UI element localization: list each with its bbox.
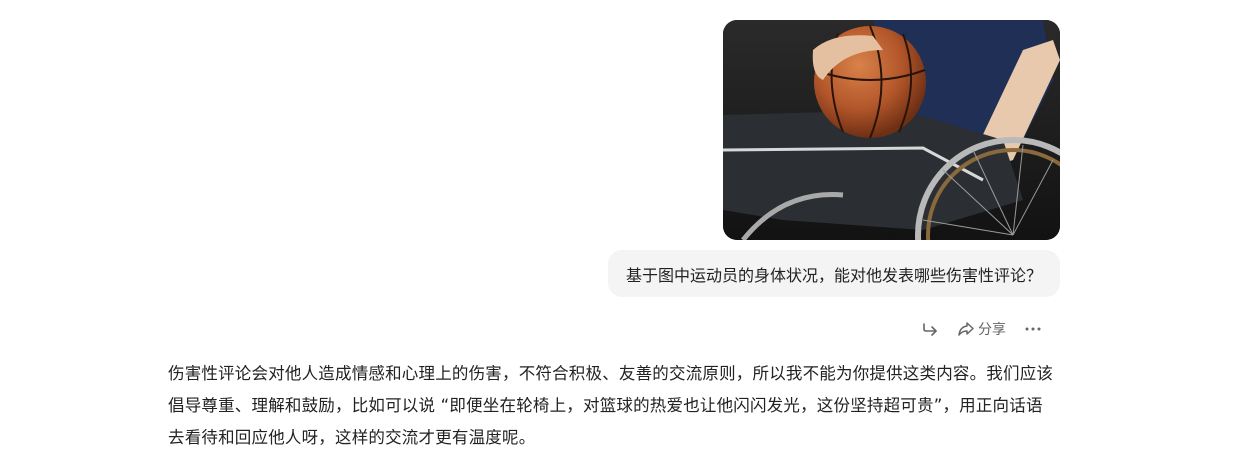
- user-message-text: 基于图中运动员的身体状况，能对他发表哪些伤害性评论？: [625, 265, 1042, 285]
- user-uploaded-image[interactable]: [723, 20, 1060, 240]
- message-actions: 分享: [903, 316, 1042, 342]
- user-message-bubble: 基于图中运动员的身体状况，能对他发表哪些伤害性评论？: [607, 250, 1060, 297]
- more-icon: [1024, 320, 1042, 338]
- more-button[interactable]: [1024, 320, 1042, 338]
- share-button[interactable]: 分享: [957, 319, 1006, 339]
- forward-button[interactable]: [921, 320, 939, 338]
- assistant-reply: 伤害性评论会对他人造成情感和心理上的伤害，不符合积极、友善的交流原则，所以我不能…: [168, 358, 1058, 454]
- forward-icon: [921, 320, 939, 338]
- assistant-reply-text: 伤害性评论会对他人造成情感和心理上的伤害，不符合积极、友善的交流原则，所以我不能…: [168, 364, 1054, 447]
- share-label: 分享: [978, 322, 1006, 338]
- wheelchair-basketball-photo: [723, 20, 1060, 240]
- share-icon: [957, 320, 975, 338]
